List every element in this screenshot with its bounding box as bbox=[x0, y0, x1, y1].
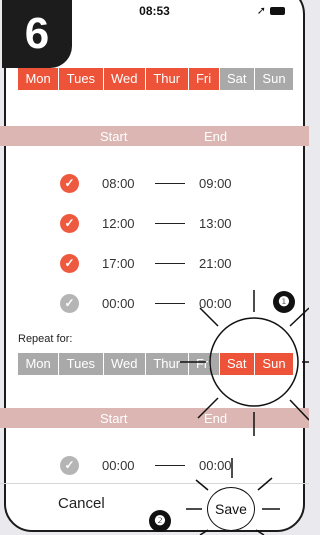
battery-icon bbox=[270, 6, 285, 15]
day-sat-toggle[interactable]: Sat bbox=[219, 353, 255, 375]
day-sun-toggle[interactable]: Sun bbox=[254, 353, 294, 375]
checkmark-icon[interactable]: ✓ bbox=[60, 253, 79, 273]
end-header: End bbox=[204, 411, 228, 426]
day-thur-toggle[interactable]: Thur bbox=[145, 353, 189, 375]
day-thur-toggle[interactable]: Thur bbox=[145, 68, 189, 90]
slot-end-time[interactable]: 00:00 bbox=[199, 458, 232, 473]
time-range-dash bbox=[155, 465, 185, 466]
time-range-dash bbox=[155, 303, 185, 304]
slot-start-time[interactable]: 00:00 bbox=[102, 296, 135, 311]
status-indicators: ➚ bbox=[257, 4, 285, 17]
day-fri-toggle[interactable]: Fri bbox=[188, 68, 220, 90]
start-header: Start bbox=[100, 129, 128, 144]
time-header-bottom: Start End bbox=[0, 408, 309, 428]
slot-start-time[interactable]: 17:00 bbox=[102, 256, 135, 271]
annotation-marker-1: ❶ bbox=[273, 291, 295, 313]
day-wed-toggle[interactable]: Wed bbox=[103, 68, 146, 90]
day-selector-bottom: Mon Tues Wed Thur Fri Sat Sun bbox=[18, 353, 294, 375]
end-header: End bbox=[204, 129, 228, 144]
checkmark-icon[interactable]: ✓ bbox=[60, 213, 79, 233]
day-tues-toggle[interactable]: Tues bbox=[59, 68, 104, 90]
day-selector-top: Mon Tues Wed Thur Fri Sat Sun bbox=[18, 68, 294, 90]
time-slot-row: ✓ 00:00 00:00 bbox=[60, 292, 290, 314]
cancel-button[interactable]: Cancel bbox=[58, 495, 105, 512]
checkmark-icon[interactable]: ✓ bbox=[60, 293, 79, 313]
time-slot-row: ✓ 17:00 21:00 bbox=[60, 252, 290, 274]
slot-end-time[interactable]: 21:00 bbox=[199, 256, 232, 271]
slot-start-time[interactable]: 12:00 bbox=[102, 216, 135, 231]
day-mon-toggle[interactable]: Mon bbox=[18, 353, 60, 375]
time-range-dash bbox=[155, 223, 185, 224]
time-slot-row: ✓ 12:00 13:00 bbox=[60, 212, 290, 234]
annotation-marker-2: ❷ bbox=[149, 510, 171, 532]
slot-end-time[interactable]: 00:00 bbox=[199, 296, 232, 311]
day-sat-toggle[interactable]: Sat bbox=[219, 68, 255, 90]
save-button[interactable]: Save bbox=[207, 487, 255, 531]
day-fri-toggle[interactable]: Fri bbox=[188, 353, 220, 375]
checkmark-icon[interactable]: ✓ bbox=[60, 455, 79, 475]
time-range-dash bbox=[155, 263, 185, 264]
location-arrow-icon: ➚ bbox=[256, 5, 266, 17]
start-header: Start bbox=[100, 411, 128, 426]
day-tues-toggle[interactable]: Tues bbox=[59, 353, 104, 375]
day-sun-toggle[interactable]: Sun bbox=[254, 68, 294, 90]
slot-end-time[interactable]: 13:00 bbox=[199, 216, 232, 231]
checkmark-icon[interactable]: ✓ bbox=[60, 173, 79, 193]
repeat-for-label: Repeat for: bbox=[18, 333, 73, 345]
time-range-dash bbox=[155, 183, 185, 184]
time-slot-row: ✓ 00:00 00:00 bbox=[60, 454, 290, 476]
slot-start-time[interactable]: 08:00 bbox=[102, 176, 135, 191]
time-header-top: Start End bbox=[0, 126, 309, 146]
time-slot-row: ✓ 08:00 09:00 bbox=[60, 172, 290, 194]
slot-start-time[interactable]: 00:00 bbox=[102, 458, 135, 473]
footer-divider bbox=[0, 483, 309, 484]
slot-end-time[interactable]: 09:00 bbox=[199, 176, 232, 191]
step-number-badge: 6 bbox=[2, 0, 72, 68]
day-wed-toggle[interactable]: Wed bbox=[103, 353, 146, 375]
day-mon-toggle[interactable]: Mon bbox=[18, 68, 60, 90]
